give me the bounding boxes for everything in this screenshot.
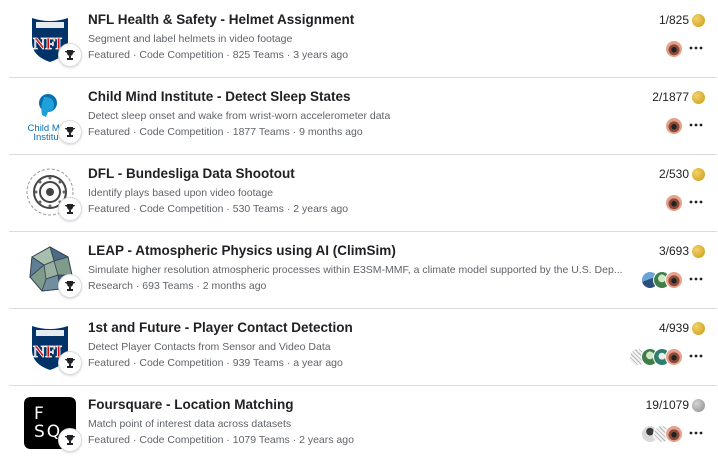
rank-indicator: 2/530	[659, 167, 705, 181]
rank-indicator: 19/1079	[646, 398, 705, 412]
team-avatars[interactable]	[665, 117, 683, 135]
competition-title[interactable]: Child Mind Institute - Detect Sleep Stat…	[88, 89, 351, 104]
competition-row-dfl-bundesliga[interactable]: DFL - Bundesliga Data Shootout Identify …	[9, 154, 717, 232]
foursquare-logo-top-text: F	[34, 404, 46, 424]
trophy-icon	[58, 43, 82, 67]
competition-row-foursquare[interactable]: F SQ Foursquare - Location Matching Matc…	[9, 385, 717, 462]
competition-meta: Featured · Code Competition · 1079 Teams…	[88, 434, 354, 446]
gold-medal-icon	[692, 244, 705, 258]
trophy-icon	[58, 351, 82, 375]
team-avatars[interactable]	[665, 40, 683, 58]
more-options-icon[interactable]	[689, 272, 703, 286]
team-avatars[interactable]	[641, 425, 683, 443]
rank-text: 3/693	[658, 244, 689, 258]
competition-meta: Featured · Code Competition · 530 Teams …	[88, 203, 349, 215]
rank-text: 1/825	[658, 13, 689, 27]
rank-indicator: 2/1877	[652, 90, 705, 104]
rank-text: 2/1877	[652, 90, 689, 104]
competition-subtitle: Detect sleep onset and wake from wrist-w…	[88, 110, 391, 122]
team-avatars[interactable]	[629, 348, 683, 366]
team-avatars[interactable]	[641, 271, 683, 289]
gold-medal-icon	[692, 167, 705, 181]
avatar-eye-icon[interactable]	[665, 425, 683, 443]
competition-subtitle: Simulate higher resolution atmospheric p…	[88, 264, 623, 276]
competition-list: NFL NFL Health & Safety - Helmet Assignm…	[0, 0, 718, 463]
rank-text: 2/530	[658, 167, 689, 181]
competition-title[interactable]: Foursquare - Location Matching	[88, 397, 294, 412]
competition-subtitle: Detect Player Contacts from Sensor and V…	[88, 341, 331, 353]
competition-row-nfl-helmet[interactable]: NFL NFL Health & Safety - Helmet Assignm…	[9, 0, 717, 78]
team-avatars[interactable]	[665, 194, 683, 212]
trophy-icon	[58, 197, 82, 221]
competition-subtitle: Identify plays based upon video footage	[88, 187, 274, 199]
competition-title[interactable]: DFL - Bundesliga Data Shootout	[88, 166, 295, 181]
competition-title[interactable]: 1st and Future - Player Contact Detectio…	[88, 320, 353, 335]
competition-subtitle: Segment and label helmets in video foota…	[88, 33, 293, 45]
competition-title[interactable]: LEAP - Atmospheric Physics using AI (Cli…	[88, 243, 396, 258]
avatar-eye-icon[interactable]	[665, 271, 683, 289]
rank-text: 4/939	[658, 321, 689, 335]
more-options-icon[interactable]	[689, 426, 703, 440]
gold-medal-icon	[692, 13, 705, 27]
avatar-eye-icon[interactable]	[665, 348, 683, 366]
more-options-icon[interactable]	[689, 118, 703, 132]
svg-text:Institu: Institu	[33, 132, 58, 141]
more-options-icon[interactable]	[689, 41, 703, 55]
competition-meta: Research · 693 Teams · 2 months ago	[88, 280, 267, 292]
gold-medal-icon	[692, 90, 705, 104]
avatar-eye-icon[interactable]	[665, 117, 683, 135]
rank-indicator: 3/693	[659, 244, 705, 258]
competition-row-player-contact[interactable]: NFL 1st and Future - Player Contact Dete…	[9, 308, 717, 386]
competition-meta: Featured · Code Competition · 939 Teams …	[88, 357, 343, 369]
competition-meta: Featured · Code Competition · 1877 Teams…	[88, 126, 363, 138]
trophy-icon	[58, 428, 82, 452]
avatar-eye-icon[interactable]	[665, 40, 683, 58]
more-options-icon[interactable]	[689, 349, 703, 363]
competition-title[interactable]: NFL Health & Safety - Helmet Assignment	[88, 12, 354, 27]
trophy-icon	[58, 120, 82, 144]
rank-indicator: 1/825	[659, 13, 705, 27]
gold-medal-icon	[692, 321, 705, 335]
avatar-eye-icon[interactable]	[665, 194, 683, 212]
competition-row-leap-climsim[interactable]: LEAP - Atmospheric Physics using AI (Cli…	[9, 231, 717, 309]
rank-indicator: 4/939	[659, 321, 705, 335]
silver-medal-icon	[692, 398, 705, 412]
competition-row-child-mind[interactable]: Child Mind Institu Child Mind Institute …	[9, 77, 717, 155]
more-options-icon[interactable]	[689, 195, 703, 209]
competition-subtitle: Match point of interest data across data…	[88, 418, 292, 430]
trophy-icon	[58, 274, 82, 298]
competition-meta: Featured · Code Competition · 825 Teams …	[88, 49, 349, 61]
rank-text: 19/1079	[645, 398, 689, 412]
